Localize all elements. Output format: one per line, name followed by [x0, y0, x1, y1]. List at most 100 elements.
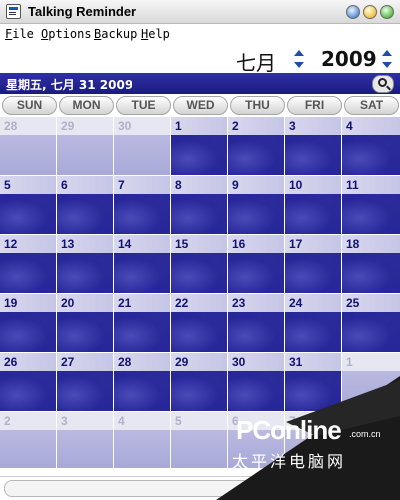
day-notes-area[interactable]	[57, 430, 113, 468]
close-button[interactable]	[380, 5, 394, 19]
day-notes-area[interactable]	[0, 371, 56, 411]
menu-backup[interactable]: Backup	[94, 27, 137, 41]
day-cell[interactable]: 16	[228, 235, 284, 293]
day-notes-area[interactable]	[171, 430, 227, 468]
day-notes-area[interactable]	[228, 430, 284, 468]
day-cell[interactable]: 1	[171, 117, 227, 175]
day-notes-area[interactable]	[0, 312, 56, 352]
minimize-button[interactable]	[346, 5, 360, 19]
day-cell[interactable]: 5	[171, 412, 227, 468]
day-cell[interactable]: 1	[342, 353, 400, 411]
day-cell[interactable]: 15	[171, 235, 227, 293]
month-spinner[interactable]	[293, 48, 305, 70]
day-cell[interactable]: 6	[228, 412, 284, 468]
day-cell[interactable]: 23	[228, 294, 284, 352]
day-notes-area[interactable]	[285, 194, 341, 234]
day-cell[interactable]: 7	[285, 412, 341, 468]
day-notes-area[interactable]	[285, 371, 341, 411]
day-notes-area[interactable]	[171, 312, 227, 352]
day-cell[interactable]: 9	[228, 176, 284, 234]
day-cell[interactable]: 19	[0, 294, 56, 352]
window-title: Talking Reminder	[28, 4, 137, 19]
day-notes-area[interactable]	[285, 312, 341, 352]
day-notes-area[interactable]	[114, 371, 170, 411]
day-notes-area[interactable]	[0, 430, 56, 468]
day-notes-area[interactable]	[57, 194, 113, 234]
day-notes-area[interactable]	[342, 312, 400, 352]
day-cell[interactable]: 25	[342, 294, 400, 352]
day-notes-area[interactable]	[342, 253, 400, 293]
day-cell[interactable]: 8	[171, 176, 227, 234]
day-notes-area[interactable]	[114, 430, 170, 468]
day-cell[interactable]: 30	[228, 353, 284, 411]
day-notes-area[interactable]	[57, 371, 113, 411]
day-cell[interactable]: 21	[114, 294, 170, 352]
year-down-arrow-icon[interactable]	[382, 62, 392, 68]
day-notes-area[interactable]	[114, 253, 170, 293]
day-notes-area[interactable]	[114, 312, 170, 352]
day-cell[interactable]: 20	[57, 294, 113, 352]
day-notes-area[interactable]	[171, 371, 227, 411]
day-notes-area[interactable]	[0, 135, 56, 175]
day-notes-area[interactable]	[171, 135, 227, 175]
day-notes-area[interactable]	[114, 135, 170, 175]
year-spinner[interactable]	[381, 48, 393, 70]
day-cell[interactable]: 14	[114, 235, 170, 293]
day-cell[interactable]: 13	[57, 235, 113, 293]
day-notes-area[interactable]	[228, 371, 284, 411]
day-cell[interactable]: 5	[0, 176, 56, 234]
day-notes-area[interactable]	[228, 194, 284, 234]
day-cell[interactable]: 3	[57, 412, 113, 468]
day-notes-area[interactable]	[342, 430, 400, 468]
day-cell[interactable]: 26	[0, 353, 56, 411]
day-cell[interactable]: 18	[342, 235, 400, 293]
day-cell-header: 11	[342, 176, 400, 194]
day-notes-area[interactable]	[342, 135, 400, 175]
day-cell[interactable]: 10	[285, 176, 341, 234]
day-cell[interactable]: 22	[171, 294, 227, 352]
day-notes-area[interactable]	[0, 253, 56, 293]
month-down-arrow-icon[interactable]	[294, 62, 304, 68]
month-up-arrow-icon[interactable]	[294, 50, 304, 56]
day-notes-area[interactable]	[342, 371, 400, 411]
day-cell[interactable]: 30	[114, 117, 170, 175]
day-cell[interactable]: 4	[114, 412, 170, 468]
day-cell[interactable]: 28	[0, 117, 56, 175]
maximize-button[interactable]	[363, 5, 377, 19]
day-notes-area[interactable]	[228, 253, 284, 293]
day-cell[interactable]: 4	[342, 117, 400, 175]
day-cell[interactable]: 12	[0, 235, 56, 293]
day-notes-area[interactable]	[0, 194, 56, 234]
day-cell[interactable]: 31	[285, 353, 341, 411]
day-notes-area[interactable]	[57, 253, 113, 293]
day-notes-area[interactable]	[228, 135, 284, 175]
day-notes-area[interactable]	[342, 194, 400, 234]
day-cell[interactable]: 2	[228, 117, 284, 175]
day-cell[interactable]: 2	[0, 412, 56, 468]
day-notes-area[interactable]	[57, 135, 113, 175]
menu-help[interactable]: Help	[141, 27, 170, 41]
day-notes-area[interactable]	[114, 194, 170, 234]
day-cell[interactable]: 28	[114, 353, 170, 411]
menu-file[interactable]: File	[5, 27, 34, 41]
day-notes-area[interactable]	[57, 312, 113, 352]
day-notes-area[interactable]	[171, 194, 227, 234]
day-cell[interactable]: 27	[57, 353, 113, 411]
day-cell[interactable]: 6	[57, 176, 113, 234]
day-notes-area[interactable]	[171, 253, 227, 293]
day-cell[interactable]: 7	[114, 176, 170, 234]
day-cell[interactable]: 11	[342, 176, 400, 234]
day-cell[interactable]: 24	[285, 294, 341, 352]
menu-options[interactable]: Options	[41, 27, 92, 41]
year-up-arrow-icon[interactable]	[382, 50, 392, 56]
day-cell[interactable]: 17	[285, 235, 341, 293]
day-cell[interactable]: 29	[57, 117, 113, 175]
day-cell[interactable]: 8	[342, 412, 400, 468]
day-cell[interactable]: 3	[285, 117, 341, 175]
day-cell[interactable]: 29	[171, 353, 227, 411]
day-notes-area[interactable]	[228, 312, 284, 352]
zoom-button[interactable]	[372, 75, 394, 93]
day-notes-area[interactable]	[285, 135, 341, 175]
day-notes-area[interactable]	[285, 253, 341, 293]
day-notes-area[interactable]	[285, 430, 341, 468]
